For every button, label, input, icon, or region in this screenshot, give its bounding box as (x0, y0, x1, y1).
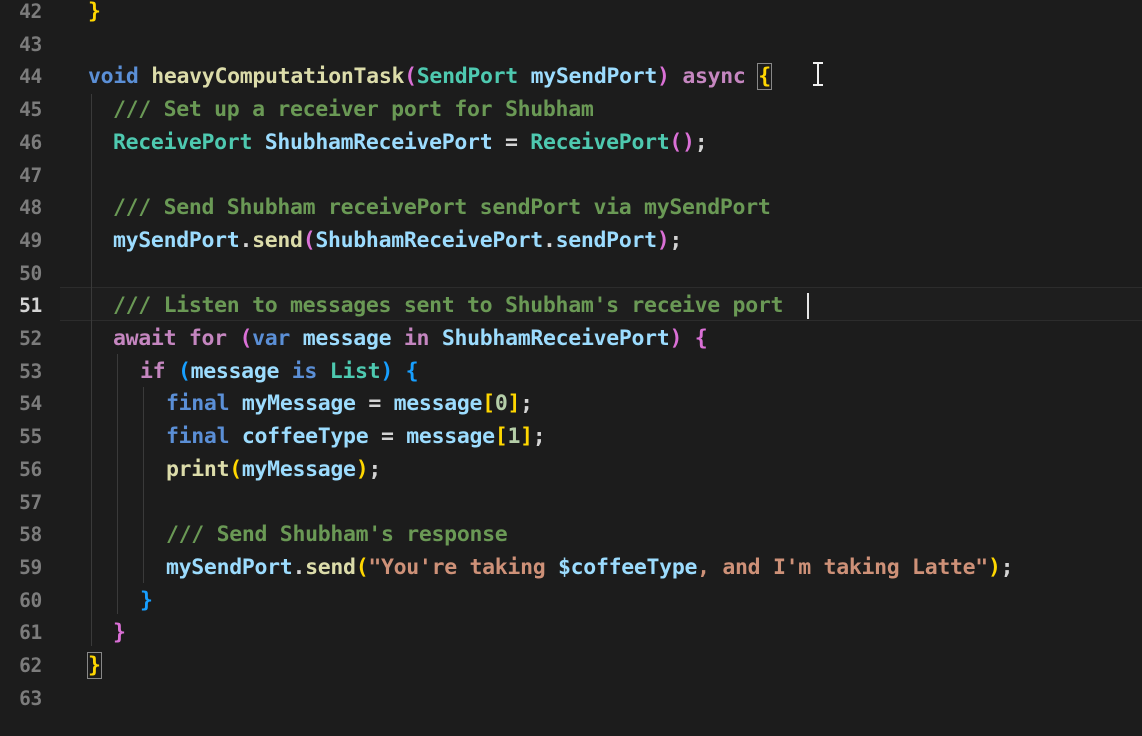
constructor-name: ReceivePort (530, 129, 670, 155)
property-name: sendPort (555, 227, 657, 253)
variable-name: mySendPort (113, 227, 240, 253)
paren: ( (302, 227, 316, 253)
parameter-name: mySendPort (530, 64, 658, 90)
paren: ) (355, 456, 369, 482)
code-line: final myMessage = message[0]; (166, 388, 533, 421)
variable-name: myMessage (241, 456, 356, 482)
bracket: [ (494, 424, 508, 450)
variable-name: message (190, 358, 280, 384)
operator: = (368, 424, 407, 450)
doc-comment: /// Set up a receiver port for Shubham (113, 97, 594, 123)
paren: ) (657, 64, 670, 90)
method-name: send (252, 227, 303, 253)
operator: = (492, 129, 531, 155)
code-line: final coffeeType = message[1]; (166, 421, 546, 454)
code-line: } (140, 585, 153, 618)
paren: ( (404, 64, 417, 90)
code-line: /// Send Shubham receivePort sendPort vi… (113, 192, 771, 225)
keyword-final: final (166, 424, 230, 450)
variable-name: message (406, 424, 495, 450)
bracket: [ (482, 391, 495, 417)
code-line: /// Send Shubham's response (166, 519, 508, 552)
code-line: ReceivePort ShubhamReceivePort = Receive… (113, 127, 708, 160)
number-literal: 0 (494, 391, 508, 417)
keyword-for: for (188, 326, 227, 351)
code-line: } (113, 617, 126, 650)
string-interpolation: $coffeeType (558, 554, 698, 580)
paren: ( (229, 456, 242, 482)
opening-brace: { (757, 63, 772, 91)
semicolon: ; (368, 456, 382, 482)
variable-name: ShubhamReceivePort (315, 227, 543, 253)
mouse-ibeam-cursor-icon (812, 60, 824, 88)
semicolon: ; (532, 424, 546, 450)
doc-comment: /// Send Shubham receivePort sendPort vi… (113, 195, 771, 221)
semicolon: ; (694, 129, 708, 155)
code-line: /// Set up a receiver port for Shubham (113, 94, 594, 127)
text-caret (807, 293, 809, 319)
code-line: mySendPort.send("You're taking $coffeeTy… (166, 552, 1014, 585)
variable-name: message (393, 391, 483, 417)
closing-brace: } (88, 0, 101, 24)
semicolon: ; (520, 391, 533, 417)
keyword-await: await (113, 326, 177, 351)
code-area[interactable]: } void heavyComputationTask(SendPort myS… (0, 0, 1142, 736)
variable-name: ShubhamReceivePort (264, 129, 493, 155)
keyword-var: var (252, 326, 291, 351)
paren: ( (239, 326, 253, 351)
code-line: } (87, 650, 102, 683)
paren: ) (380, 358, 393, 384)
keyword-final: final (166, 391, 230, 417)
variable-name: myMessage (241, 391, 356, 417)
function-name: heavyComputationTask (151, 64, 405, 90)
variable-name: mySendPort (166, 554, 293, 580)
variable-name: message (302, 326, 392, 351)
paren: () (669, 129, 695, 155)
type-name: SendPort (416, 64, 518, 90)
semicolon: ; (669, 227, 683, 253)
method-name: send (305, 554, 356, 580)
opening-brace: { (405, 358, 419, 384)
function-name: print (166, 456, 230, 482)
paren: ) (669, 326, 683, 351)
opening-brace: { (694, 326, 708, 351)
dot: . (292, 554, 306, 580)
keyword-in: in (403, 326, 430, 351)
keyword-is: is (291, 358, 318, 384)
paren: ( (355, 554, 369, 580)
paren: ) (656, 227, 670, 253)
code-line: print(myMessage); (166, 454, 381, 487)
closing-brace: } (113, 620, 126, 646)
closing-brace: } (140, 587, 153, 613)
type-name: List (329, 358, 381, 384)
keyword-async: async (682, 64, 746, 90)
operator: = (355, 391, 394, 417)
variable-name: coffeeType (241, 424, 369, 450)
keyword-if: if (140, 358, 166, 384)
code-line: mySendPort.send(ShubhamReceivePort.sendP… (113, 225, 682, 258)
code-line: } (88, 0, 101, 29)
paren: ( (177, 358, 191, 384)
code-line: if (message is List) { (140, 356, 419, 389)
code-editor[interactable]: 42 43 44 45 46 47 48 49 50 51 52 53 54 5… (0, 0, 1142, 736)
number-literal: 1 (507, 424, 521, 450)
code-line-active: /// Listen to messages sent to Shubham's… (113, 290, 783, 323)
paren: ) (987, 554, 1001, 580)
semicolon: ; (1000, 554, 1014, 580)
doc-comment: /// Send Shubham's response (166, 522, 508, 548)
bracket: ] (507, 391, 521, 417)
keyword-void: void (88, 64, 139, 90)
closing-brace: } (87, 652, 102, 679)
string-literal: , and I'm taking Latte" (697, 554, 988, 580)
bracket: ] (520, 424, 533, 450)
dot: . (542, 227, 556, 253)
code-line: await for (var message in ShubhamReceive… (113, 323, 708, 356)
doc-comment: /// Listen to messages sent to Shubham's… (113, 293, 784, 319)
variable-name: ShubhamReceivePort (441, 326, 670, 351)
string-literal: "You're taking (368, 554, 559, 580)
type-name: ReceivePort (113, 129, 253, 155)
code-line: void heavyComputationTask(SendPort mySen… (88, 61, 772, 94)
dot: . (239, 227, 253, 253)
